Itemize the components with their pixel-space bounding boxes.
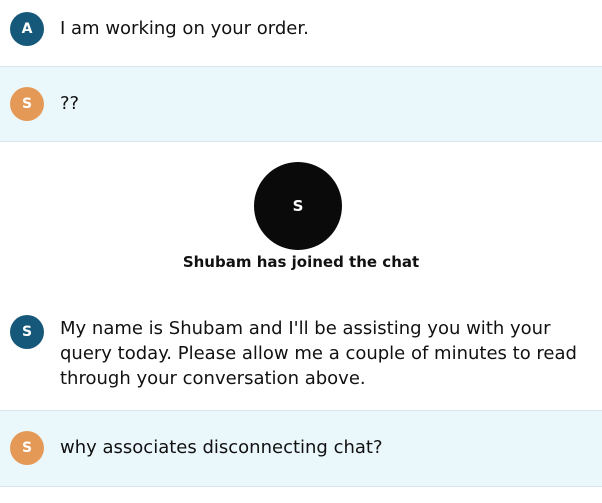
customer-avatar: S: [10, 431, 44, 465]
message-text: why associates disconnecting chat?: [60, 437, 383, 458]
agent-avatar-initial: S: [21, 324, 33, 340]
customer-avatar-initial: S: [21, 96, 33, 112]
join-event: S Shubam has joined the chat: [0, 160, 602, 280]
join-event-text: Shubam has joined the chat: [182, 253, 420, 271]
agent-avatar: A: [10, 12, 44, 46]
agent-avatar: S: [10, 315, 44, 349]
message-text: I am working on your order.: [60, 18, 309, 39]
chat-message-agent: S My name is Shubam and I'll be assistin…: [0, 300, 602, 410]
chat-transcript: A I am working on your order. S ?? S Shu…: [0, 0, 602, 503]
chat-message-agent: A I am working on your order.: [0, 0, 602, 66]
agent-avatar-initial: A: [21, 21, 33, 37]
joined-agent-avatar-initial: S: [292, 197, 304, 215]
chat-message-customer: S why associates disconnecting chat?: [0, 410, 602, 487]
joined-agent-avatar: S: [254, 162, 342, 250]
customer-avatar: S: [10, 87, 44, 121]
chat-message-customer: S ??: [0, 66, 602, 142]
message-text: ??: [60, 93, 80, 114]
customer-avatar-initial: S: [21, 440, 33, 456]
message-text: My name is Shubam and I'll be assisting …: [60, 318, 577, 389]
